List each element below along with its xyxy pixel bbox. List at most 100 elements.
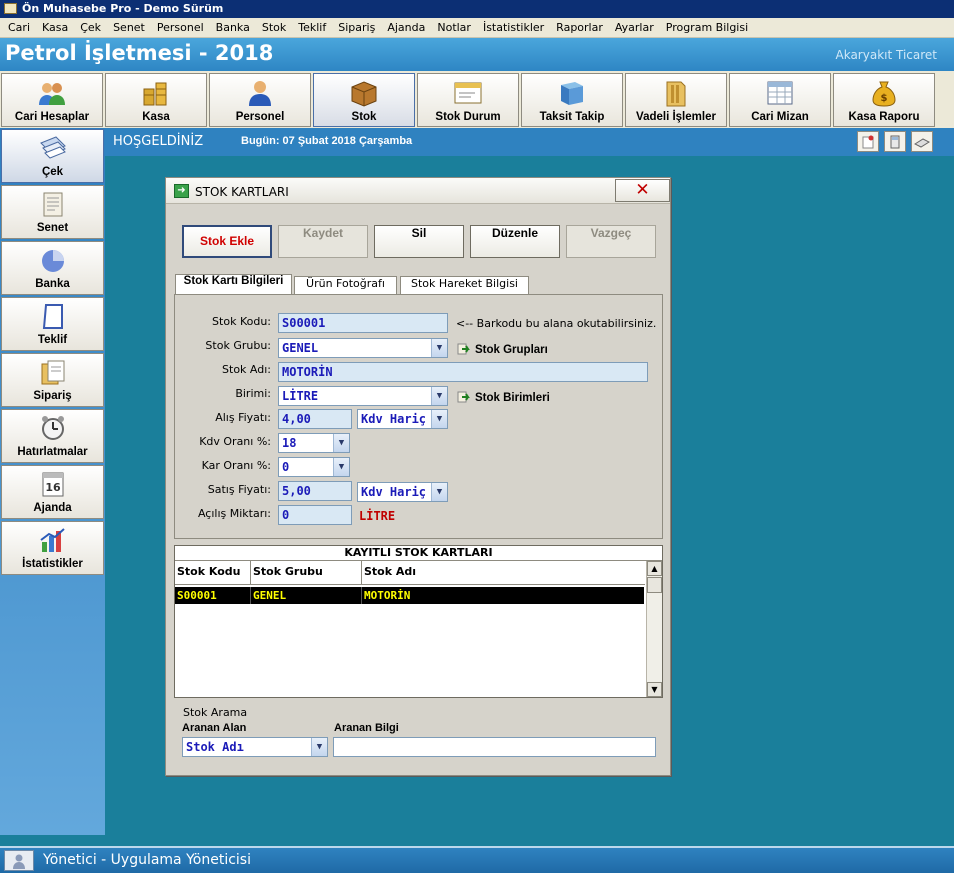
birimi-select[interactable]: LİTRE ▼: [278, 386, 448, 406]
menu-teklif[interactable]: Teklif: [292, 21, 332, 34]
stok-adi-input[interactable]: MOTORİN: [278, 362, 648, 382]
kdv-orani-value: 18: [282, 436, 297, 450]
chevron-down-icon: ▼: [333, 458, 349, 476]
menu-cari[interactable]: Cari: [2, 21, 36, 34]
spreadsheet-icon: [763, 77, 797, 109]
kar-orani-select[interactable]: 0 ▼: [278, 457, 350, 477]
toolbar-cari-hesaplar-button[interactable]: Cari Hesaplar: [1, 73, 103, 127]
stok-grubu-value: GENEL: [282, 341, 319, 355]
menu-kasa[interactable]: Kasa: [36, 21, 74, 34]
menu-raporlar[interactable]: Raporlar: [550, 21, 609, 34]
current-user: Yönetici - Uygulama Yöneticisi: [43, 852, 251, 868]
sidebar-item-ajanda[interactable]: 16 Ajanda: [1, 465, 104, 519]
acilis-miktari-input[interactable]: 0: [278, 505, 352, 525]
notes-icon[interactable]: [857, 131, 879, 152]
scroll-thumb[interactable]: [647, 577, 662, 593]
menu-ajanda[interactable]: Ajanda: [381, 21, 431, 34]
toolbar-label: Stok Durum: [435, 111, 501, 123]
duzenle-button[interactable]: Düzenle: [470, 225, 560, 258]
menu-ayarlar[interactable]: Ayarlar: [609, 21, 660, 34]
toolbar-stok-durum-button[interactable]: Stok Durum: [417, 73, 519, 127]
users-icon: [35, 77, 69, 109]
toolbar-vadeli-islemler-button[interactable]: Vadeli İşlemler: [625, 73, 727, 127]
column-header-stok-grubu[interactable]: Stok Grubu: [251, 561, 362, 585]
welcome-bar: HOŞGELDİNİZ Bugün: 07 Şubat 2018 Çarşamb…: [105, 128, 954, 156]
folder-icon: [659, 77, 693, 109]
sidebar-item-banka[interactable]: Banka: [1, 241, 104, 295]
green-arrow-icon: [457, 390, 471, 403]
sidebar-item-label: Teklif: [37, 334, 68, 346]
satis-kdv-select[interactable]: Kdv Hariç ▼: [357, 482, 448, 502]
acilis-miktari-label: Açılış Miktarı:: [197, 507, 271, 520]
toolbar-taksit-takip-button[interactable]: Taksit Takip: [521, 73, 623, 127]
scroll-up-icon[interactable]: ▲: [647, 561, 662, 576]
menu-banka[interactable]: Banka: [210, 21, 256, 34]
svg-text:$: $: [881, 93, 888, 104]
kar-orani-value: 0: [282, 460, 290, 474]
column-header-stok-kodu[interactable]: Stok Kodu: [175, 561, 251, 585]
sidebar-item-label: Çek: [41, 166, 64, 178]
sil-button[interactable]: Sil: [374, 225, 464, 258]
toolbar-stok-button[interactable]: Stok: [313, 73, 415, 127]
pie-chart-icon: [37, 245, 69, 275]
alis-fiyati-label: Alış Fiyatı:: [215, 411, 271, 424]
stok-birimleri-link[interactable]: Stok Birimleri: [457, 390, 550, 404]
coins-icon: [139, 77, 173, 109]
sidebar-item-hatirlatmalar[interactable]: Hatırlatmalar: [1, 409, 104, 463]
stok-kodu-input[interactable]: S00001: [278, 313, 448, 333]
menu-stok[interactable]: Stok: [256, 21, 292, 34]
grid-scrollbar[interactable]: ▲ ▼: [646, 561, 662, 697]
column-header-stok-adi[interactable]: Stok Adı: [362, 561, 645, 585]
calculator-icon[interactable]: [884, 131, 906, 152]
keyboard-icon[interactable]: [911, 131, 933, 152]
menu-cek[interactable]: Çek: [74, 21, 107, 34]
kaydet-button[interactable]: Kaydet: [278, 225, 368, 258]
alis-kdv-select[interactable]: Kdv Hariç ▼: [357, 409, 448, 429]
toolbar-cari-mizan-button[interactable]: Cari Mizan: [729, 73, 831, 127]
tab-stok-karti-bilgileri[interactable]: Stok Kartı Bilgileri: [175, 274, 292, 295]
sidebar-item-teklif[interactable]: Teklif: [1, 297, 104, 351]
window-titlebar: Ön Muhasebe Pro - Demo Sürüm: [0, 0, 954, 18]
company-title: Petrol İşletmesi - 2018: [5, 41, 274, 65]
menu-program-bilgisi[interactable]: Program Bilgisi: [660, 21, 754, 34]
sidebar-item-cek[interactable]: Çek: [1, 129, 104, 183]
toolbar-kasa-raporu-button[interactable]: $ Kasa Raporu: [833, 73, 935, 127]
tab-stok-hareket-bilgisi[interactable]: Stok Hareket Bilgisi: [400, 276, 529, 295]
sidebar-item-istatistikler[interactable]: İstatistikler: [1, 521, 104, 575]
stok-gruplari-link[interactable]: Stok Grupları: [457, 342, 548, 356]
sidebar-item-label: Ajanda: [33, 502, 72, 514]
app-icon: [4, 3, 17, 14]
sidebar-item-senet[interactable]: Senet: [1, 185, 104, 239]
toolbar-label: Taksit Takip: [539, 111, 605, 123]
stok-grubu-select[interactable]: GENEL ▼: [278, 338, 448, 358]
menu-siparis[interactable]: Sipariş: [332, 21, 381, 34]
aranan-bilgi-input[interactable]: [333, 737, 656, 757]
menu-personel[interactable]: Personel: [151, 21, 210, 34]
toolbar-label: Kasa: [142, 111, 170, 123]
alis-fiyati-input[interactable]: 4,00: [278, 409, 352, 429]
vazgec-button[interactable]: Vazgeç: [566, 225, 656, 258]
kar-orani-label: Kar Oranı %:: [201, 459, 271, 472]
menu-notlar[interactable]: Notlar: [431, 21, 477, 34]
satis-fiyati-input[interactable]: 5,00: [278, 481, 352, 501]
sidebar-item-label: İstatistikler: [22, 558, 83, 570]
sidebar-item-siparis[interactable]: Sipariş: [1, 353, 104, 407]
main-toolbar: Cari Hesaplar Kasa Personel Stok Stok Du…: [0, 71, 954, 128]
window-icon: [451, 77, 485, 109]
sidebar-item-label: Hatırlatmalar: [17, 446, 88, 458]
menu-senet[interactable]: Senet: [107, 21, 151, 34]
table-cell: GENEL: [251, 587, 362, 604]
kdv-orani-select[interactable]: 18 ▼: [278, 433, 350, 453]
welcome-greeting: HOŞGELDİNİZ: [113, 134, 204, 149]
toolbar-kasa-button[interactable]: Kasa: [105, 73, 207, 127]
stok-ekle-button[interactable]: Stok Ekle: [182, 225, 272, 258]
scroll-down-icon[interactable]: ▼: [647, 682, 662, 697]
menu-istatistikler[interactable]: İstatistikler: [477, 21, 550, 34]
toolbar-personel-button[interactable]: Personel: [209, 73, 311, 127]
tab-urun-fotografi[interactable]: Ürün Fotoğrafı: [294, 276, 397, 295]
table-row[interactable]: S00001 GENEL MOTORİN: [175, 587, 644, 604]
satis-kdv-value: Kdv Hariç: [361, 485, 427, 499]
sidebar-item-label: Sipariş: [33, 390, 72, 402]
aranan-alan-select[interactable]: Stok Adı ▼: [182, 737, 328, 757]
close-button[interactable]: ✕: [615, 179, 670, 202]
